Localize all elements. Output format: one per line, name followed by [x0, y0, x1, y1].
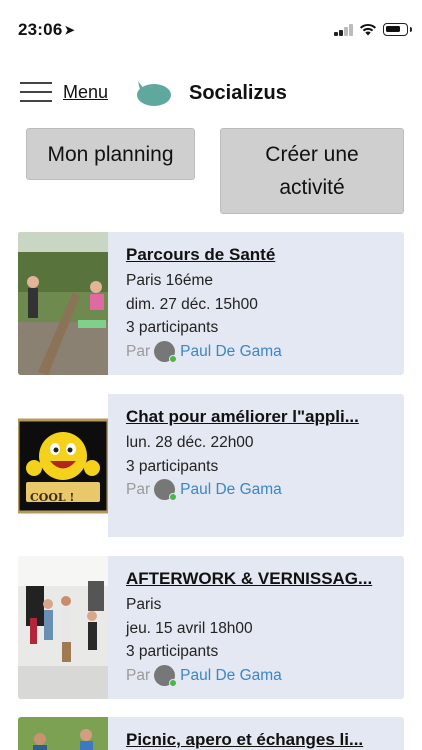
author-link[interactable]: Paul De Gama [180, 478, 282, 502]
hamburger-menu-icon[interactable] [20, 80, 52, 102]
activity-author: Par Paul De Gama [126, 664, 394, 688]
online-status-icon [169, 493, 178, 502]
app-title: Socializus [189, 82, 287, 104]
create-activity-label-line2: activité [279, 176, 345, 199]
by-label: Par [126, 666, 151, 684]
activity-participants: 3 participants [126, 643, 219, 660]
author-avatar[interactable] [154, 479, 178, 502]
online-status-icon [169, 354, 178, 363]
app-header: Menu Socializus [0, 70, 422, 116]
activity-photo [18, 556, 108, 699]
status-bar: 23:06 ➤ [0, 0, 422, 50]
by-label: Par [126, 481, 151, 498]
activity-card[interactable]: Parcours de Santé Paris 16éme dim. 27 dé… [18, 232, 404, 375]
activity-title[interactable]: Picnic, apero et échanges li... [126, 729, 394, 750]
my-planning-label: Mon planning [47, 142, 174, 166]
menu-link[interactable]: Menu [63, 82, 108, 103]
activity-card[interactable]: Picnic, apero et échanges li... [18, 717, 404, 750]
activity-photo [18, 717, 108, 750]
activity-author: Par Paul De Gama [126, 478, 394, 502]
author-link[interactable]: Paul De Gama [180, 664, 282, 688]
battery-icon [383, 23, 412, 36]
create-activity-label-line1: Créer une [265, 143, 359, 166]
activity-date: dim. 27 déc. 15h00 [126, 295, 258, 313]
activity-participants: 3 participants [126, 457, 219, 475]
activity-card[interactable]: COOL ! Chat pour améliorer l"appli... lu… [18, 394, 404, 537]
online-status-icon [169, 678, 178, 687]
status-time: 23:06 ➤ [18, 20, 75, 40]
activity-title[interactable]: AFTERWORK & VERNISSAG... [126, 568, 394, 590]
author-link[interactable]: Paul De Gama [180, 340, 282, 364]
activity-date: jeu. 15 avril 18h00 [126, 619, 253, 637]
activity-author: Par Paul De Gama [126, 340, 394, 364]
activity-photo: COOL ! [18, 394, 108, 537]
speech-bubble-logo-icon [137, 81, 171, 106]
cool-badge-text: COOL ! [30, 491, 75, 504]
activity-location: Paris [126, 596, 162, 613]
activity-card[interactable]: AFTERWORK & VERNISSAG... Paris jeu. 15 a… [18, 556, 404, 699]
location-arrow-icon: ➤ [64, 23, 75, 37]
author-avatar[interactable] [154, 340, 178, 363]
wifi-icon [360, 23, 376, 36]
activity-photo [18, 232, 108, 375]
by-label: Par [126, 342, 151, 360]
activity-title[interactable]: Chat pour améliorer l"appli... [126, 406, 394, 428]
activity-location: Paris 16éme [126, 272, 214, 289]
activity-date: lun. 28 déc. 22h00 [126, 434, 254, 451]
author-avatar[interactable] [154, 664, 178, 687]
cellular-signal-icon [334, 24, 354, 36]
activity-participants: 3 participants [126, 319, 219, 336]
activity-title[interactable]: Parcours de Santé [126, 244, 394, 266]
create-activity-button[interactable]: Créer une activité [220, 128, 404, 214]
my-planning-button[interactable]: Mon planning [26, 128, 195, 180]
clock-text: 23:06 [18, 20, 63, 39]
